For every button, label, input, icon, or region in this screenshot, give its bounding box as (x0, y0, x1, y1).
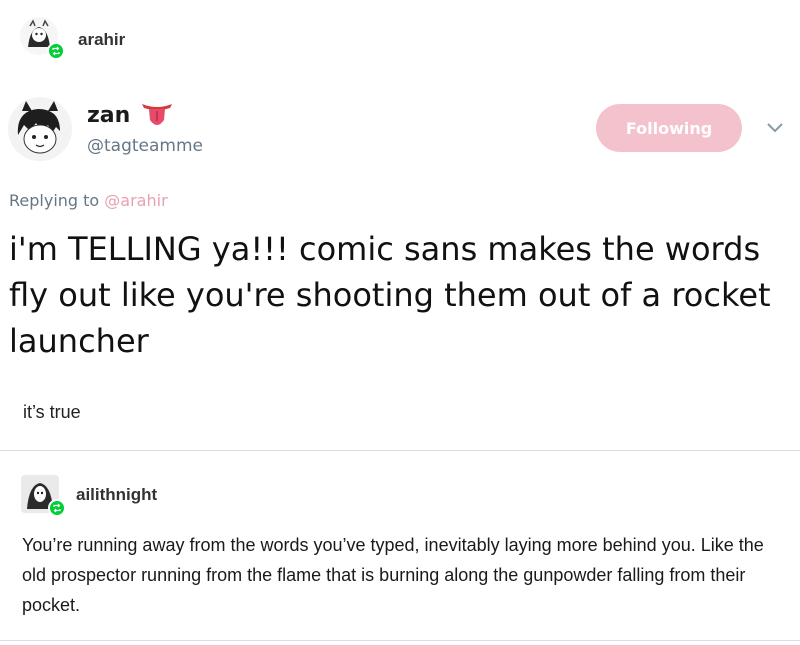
following-button[interactable]: Following (596, 104, 742, 152)
reply-body: You’re running away from the words you’v… (22, 535, 764, 615)
post-author-name[interactable]: arahir (78, 30, 125, 50)
reblog-icon (48, 499, 66, 517)
tweet-handle[interactable]: @tagteamme (87, 136, 203, 156)
divider-bottom (0, 640, 800, 641)
divider (0, 450, 800, 451)
tweet-body: i'm TELLING ya!!! comic sans makes the w… (9, 230, 771, 360)
tweet-author-name[interactable]: zan (87, 103, 130, 128)
chevron-down-icon[interactable] (764, 117, 786, 139)
tongue-icon (140, 100, 174, 135)
reblog-icon (47, 42, 65, 60)
zan-avatar[interactable] (8, 97, 72, 161)
replying-prefix: Replying to (9, 191, 105, 210)
replying-to: Replying to @arahir (9, 191, 168, 210)
post-caption: it’s true (23, 402, 81, 422)
reply-author-name[interactable]: ailithnight (76, 485, 157, 505)
replying-mention[interactable]: @arahir (104, 191, 167, 210)
